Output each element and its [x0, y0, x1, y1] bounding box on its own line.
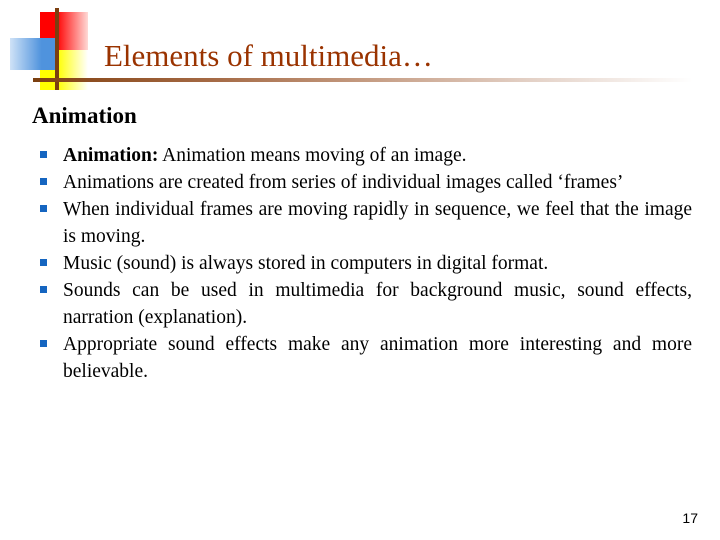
list-item-body: Sounds can be used in multimedia for bac…: [63, 280, 692, 328]
list-item-body: Music (sound) is always stored in comput…: [63, 253, 549, 274]
list-item-text: Animations are created from series of in…: [63, 169, 692, 196]
list-item-text: When individual frames are moving rapidl…: [63, 196, 692, 250]
bullet-square-icon: [40, 151, 47, 158]
bullet-square-icon: [40, 259, 47, 266]
bullet-square-icon: [40, 340, 47, 347]
slide-canvas: Elements of multimedia… Animation Animat…: [0, 0, 720, 540]
list-item-body: Animations are created from series of in…: [63, 172, 624, 193]
list-item-lead: Animation:: [63, 145, 159, 166]
list-item: Animations are created from series of in…: [0, 169, 720, 196]
slide-title: Elements of multimedia…: [104, 38, 433, 73]
header-divider-rule: [33, 78, 720, 82]
bullet-square-icon: [40, 205, 47, 212]
bullet-list: Animation: Animation means moving of an …: [0, 142, 720, 385]
section-subheading: Animation: [32, 103, 137, 128]
slide-page-number: 17: [682, 510, 698, 526]
list-item-body: Appropriate sound effects make any anima…: [63, 334, 692, 382]
list-item-body: Animation means moving of an image.: [158, 145, 467, 166]
bullet-square-icon: [40, 286, 47, 293]
list-item: Music (sound) is always stored in comput…: [0, 250, 720, 277]
slide-header: Elements of multimedia…: [0, 0, 720, 92]
list-item-text: Sounds can be used in multimedia for bac…: [63, 277, 692, 331]
list-item: When individual frames are moving rapidl…: [0, 196, 720, 250]
list-item-text: Appropriate sound effects make any anima…: [63, 331, 692, 385]
list-item: Appropriate sound effects make any anima…: [0, 331, 720, 385]
list-item-text: Music (sound) is always stored in comput…: [63, 250, 692, 277]
bullet-square-icon: [40, 178, 47, 185]
list-item-text: Animation: Animation means moving of an …: [63, 142, 692, 169]
list-item-body: When individual frames are moving rapidl…: [63, 199, 692, 247]
list-item: Sounds can be used in multimedia for bac…: [0, 277, 720, 331]
list-item: Animation: Animation means moving of an …: [0, 142, 720, 169]
logo-blue-square-icon: [10, 38, 55, 70]
